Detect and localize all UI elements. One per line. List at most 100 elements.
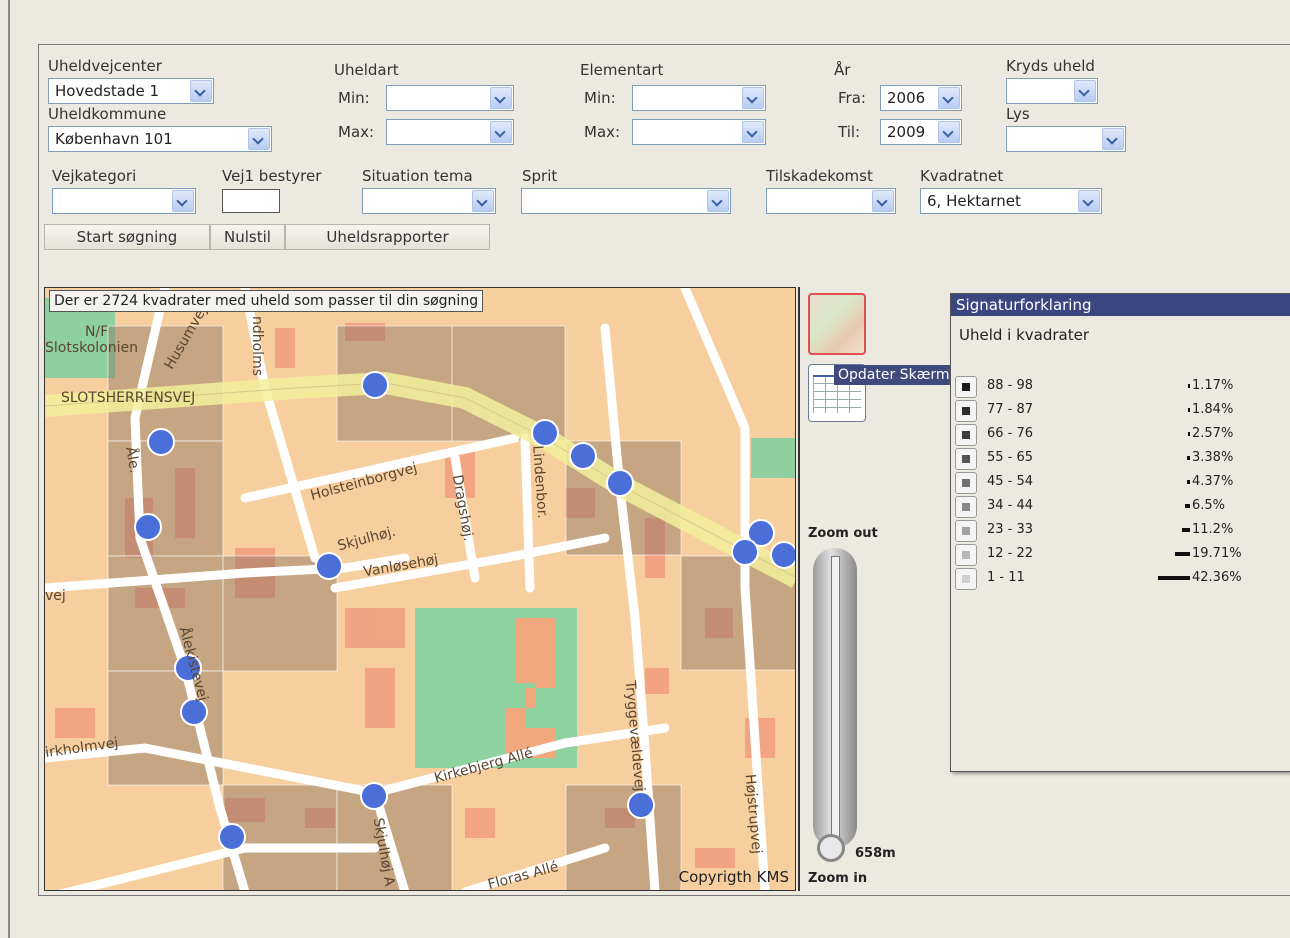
zoom-slider-track[interactable] — [831, 556, 840, 842]
legend-panel: Signaturforklaring Uheld i kvadrater 88 … — [950, 293, 1290, 772]
legend-swatch-icon — [962, 455, 970, 463]
chevron-down-icon[interactable] — [490, 87, 512, 109]
vejkategori-label: Vejkategori — [52, 167, 137, 185]
chevron-down-icon[interactable] — [742, 87, 764, 109]
legend-title: Signaturforklaring — [951, 294, 1290, 316]
uheldkommune-select[interactable]: København 101 — [48, 126, 272, 152]
legend-checkbox[interactable] — [955, 376, 977, 398]
chevron-down-icon[interactable] — [938, 87, 960, 109]
chevron-down-icon[interactable] — [1078, 190, 1100, 212]
legend-row[interactable]: 66 - 76 2.57% — [955, 424, 1285, 446]
legend-row[interactable]: 12 - 22 19.71% — [955, 544, 1285, 566]
map-label-vej: vej — [45, 588, 66, 604]
legend-bar — [1188, 432, 1190, 436]
legend-row[interactable]: 77 - 87 1.84% — [955, 400, 1285, 422]
map-label-ndholms: ndholms — [249, 315, 266, 377]
aar-til-value: 2009 — [887, 123, 926, 141]
legend-bar — [1181, 528, 1190, 532]
map-copyright: Copyrigth KMS — [678, 868, 789, 886]
zoom-in-label[interactable]: Zoom in — [808, 871, 867, 886]
elementart-min-select[interactable] — [632, 85, 766, 111]
chevron-down-icon[interactable] — [938, 121, 960, 143]
situation-tema-select[interactable] — [362, 188, 496, 214]
legend-percent: 1.17% — [1192, 378, 1234, 393]
kvadratnet-label: Kvadratnet — [920, 167, 1004, 185]
elementart-min-label: Min: — [584, 89, 616, 107]
kvadratnet-value: 6, Hektarnet — [927, 192, 1021, 210]
legend-checkbox[interactable] — [955, 472, 977, 494]
legend-checkbox[interactable] — [955, 544, 977, 566]
map-label-slotsherrensvej: SLOTSHERRENSVEJ — [61, 390, 196, 406]
chevron-down-icon[interactable] — [1074, 80, 1096, 102]
elementart-max-select[interactable] — [632, 119, 766, 145]
vejkategori-select[interactable] — [52, 188, 196, 214]
legend-swatch-icon — [962, 503, 970, 511]
uheldvejcenter-select[interactable]: Hovedstade 1 — [48, 78, 214, 104]
lys-select[interactable] — [1006, 126, 1126, 152]
chevron-down-icon[interactable] — [742, 121, 764, 143]
accident-reports-button[interactable]: Uheldsrapporter — [285, 224, 490, 250]
uheldart-label: Uheldart — [334, 61, 399, 79]
map-view[interactable]: N/F Slotskolonien Husumvej SLOTSHERRENSV… — [44, 287, 796, 891]
chevron-down-icon[interactable] — [1102, 128, 1124, 150]
chevron-down-icon[interactable] — [490, 121, 512, 143]
reset-button[interactable]: Nulstil — [210, 224, 285, 250]
vej1-bestyrer-input[interactable] — [222, 189, 280, 213]
legend-checkbox[interactable] — [955, 520, 977, 542]
legend-range: 1 - 11 — [987, 570, 1025, 585]
legend-swatch-icon — [962, 431, 970, 439]
legend-row[interactable]: 88 - 98 1.17% — [955, 376, 1285, 398]
tilskadekomst-label: Tilskadekomst — [766, 167, 873, 185]
legend-row[interactable]: 45 - 54 4.37% — [955, 472, 1285, 494]
legend-percent: 19.71% — [1192, 546, 1242, 561]
uheldart-max-select[interactable] — [386, 119, 514, 145]
kryds-uheld-select[interactable] — [1006, 78, 1098, 104]
legend-checkbox[interactable] — [955, 448, 977, 470]
legend-checkbox[interactable] — [955, 400, 977, 422]
legend-bar — [1188, 408, 1190, 412]
legend-row[interactable]: 34 - 44 6.5% — [955, 496, 1285, 518]
legend-checkbox[interactable] — [955, 424, 977, 446]
search-result-message: Der er 2724 kvadrater med uheld som pass… — [49, 290, 484, 312]
lys-label: Lys — [1006, 105, 1030, 123]
vej1-bestyrer-label: Vej1 bestyrer — [222, 167, 322, 185]
zoom-handle-icon[interactable] — [817, 834, 845, 862]
overview-map-button[interactable] — [808, 293, 866, 355]
chevron-down-icon[interactable] — [872, 190, 894, 212]
legend-row[interactable]: 23 - 33 11.2% — [955, 520, 1285, 542]
aar-fra-select[interactable]: 2006 — [880, 85, 962, 111]
window-left-border — [8, 0, 10, 938]
legend-checkbox[interactable] — [955, 568, 977, 590]
chevron-down-icon[interactable] — [190, 80, 212, 102]
legend-row[interactable]: 1 - 11 42.36% — [955, 568, 1285, 590]
legend-bar — [1188, 384, 1190, 388]
uheldart-max-label: Max: — [338, 123, 375, 141]
legend-bar — [1186, 480, 1190, 484]
elementart-label: Elementart — [580, 61, 664, 79]
uheldart-min-select[interactable] — [386, 85, 514, 111]
map-label-slotskolonien: Slotskolonien — [45, 340, 139, 356]
tilskadekomst-select[interactable] — [766, 188, 896, 214]
legend-percent: 42.36% — [1192, 570, 1242, 585]
chevron-down-icon[interactable] — [472, 190, 494, 212]
legend-bar — [1158, 576, 1190, 580]
legend-percent: 4.37% — [1192, 474, 1234, 489]
legend-swatch-icon — [962, 575, 970, 583]
kvadratnet-select[interactable]: 6, Hektarnet — [920, 188, 1102, 214]
sprit-select[interactable] — [521, 188, 731, 214]
situation-tema-label: Situation tema — [362, 167, 473, 185]
legend-range: 88 - 98 — [987, 378, 1034, 393]
chevron-down-icon[interactable] — [172, 190, 194, 212]
legend-checkbox[interactable] — [955, 496, 977, 518]
chevron-down-icon[interactable] — [248, 128, 270, 150]
chevron-down-icon[interactable] — [707, 190, 729, 212]
legend-percent: 6.5% — [1192, 498, 1226, 513]
legend-range: 12 - 22 — [987, 546, 1034, 561]
uheldvejcenter-label: Uheldvejcenter — [48, 57, 162, 75]
aar-fra-value: 2006 — [887, 89, 926, 107]
aar-til-select[interactable]: 2009 — [880, 119, 962, 145]
legend-range: 23 - 33 — [987, 522, 1034, 537]
start-search-button[interactable]: Start søgning — [44, 224, 210, 250]
zoom-out-label[interactable]: Zoom out — [808, 526, 878, 541]
legend-row[interactable]: 55 - 65 3.38% — [955, 448, 1285, 470]
